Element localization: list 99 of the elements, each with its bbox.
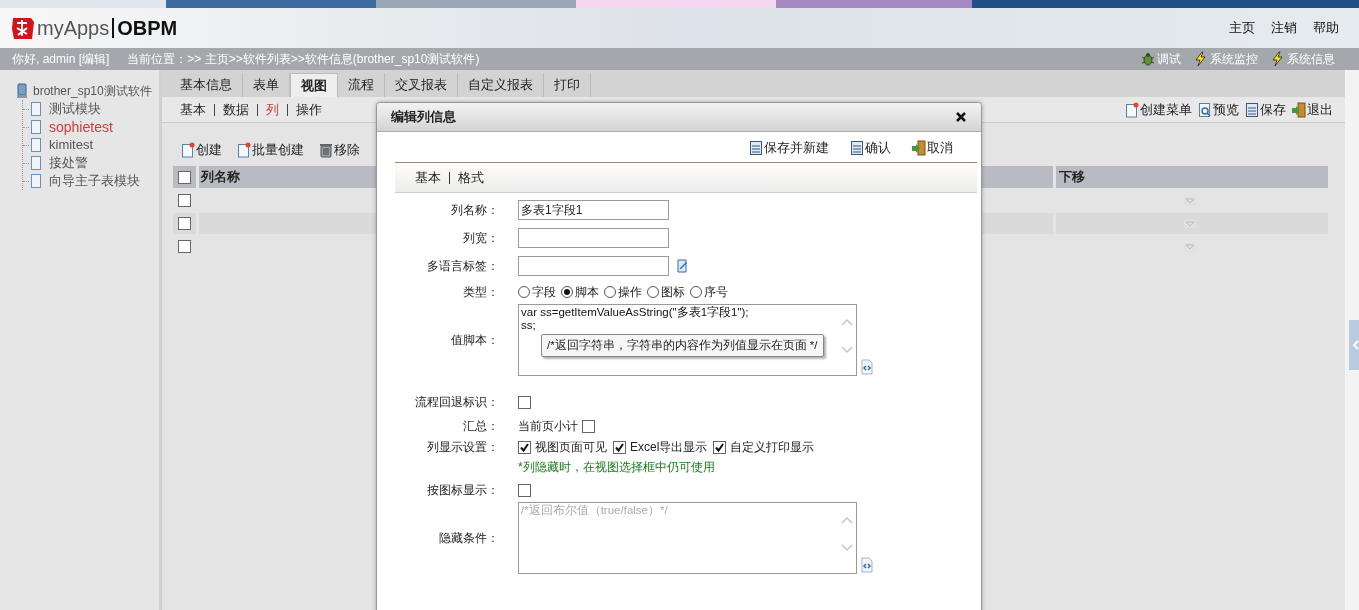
greeting-text: 你好, admin [编辑]: [12, 51, 110, 68]
header-link[interactable]: 帮助: [1313, 18, 1339, 38]
new-page-icon: [236, 142, 252, 158]
new-page-icon: [1124, 101, 1140, 118]
sub-tab[interactable]: 数据: [223, 99, 249, 120]
toolbar-button[interactable]: 保存: [1244, 99, 1286, 120]
checkbox[interactable]: [178, 194, 191, 207]
tree-item[interactable]: kimitest: [49, 135, 94, 155]
checkbox[interactable]: [518, 440, 531, 454]
dialog-tab[interactable]: 格式: [458, 167, 484, 188]
text-field[interactable]: 多表1字段1: [518, 200, 669, 220]
dialog-button[interactable]: 确认: [849, 139, 891, 157]
script-field[interactable]: var ss=getItemValueAsString("多表1字段1"); ss; /*返回字符串，字符串的内容作为列值显示在页面 */: [518, 304, 857, 376]
header-link[interactable]: 主页: [1229, 18, 1255, 38]
toolbar-button[interactable]: 创建菜单: [1124, 99, 1192, 120]
tree-item[interactable]: 向导主子表模块: [49, 171, 140, 191]
checkbox-label: Excel导出显示: [630, 439, 708, 456]
toolbar-button[interactable]: 预览: [1197, 99, 1239, 120]
chevron-left-icon: [1352, 340, 1359, 350]
bug-icon: [1140, 51, 1156, 67]
checkbox[interactable]: [518, 483, 531, 497]
radio-label: 序号: [704, 284, 728, 301]
preview-icon: [1197, 101, 1213, 118]
tab[interactable]: 视图: [290, 73, 338, 97]
radio-button[interactable]: [647, 286, 659, 298]
field-label: 列宽：: [462, 230, 500, 247]
radio-label: 脚本: [575, 284, 599, 301]
save-icon: [849, 140, 865, 156]
page-icon: [29, 119, 43, 135]
exit-icon: [911, 140, 927, 156]
radio-button[interactable]: [561, 286, 573, 298]
new-page-icon: [180, 142, 196, 158]
dialog-button[interactable]: 保存并新建: [748, 139, 829, 157]
checkbox[interactable]: [178, 217, 191, 230]
toolbar-button[interactable]: 批量创建: [236, 140, 304, 160]
logo-icon: [10, 15, 36, 41]
checkbox-label: 自定义打印显示: [730, 439, 815, 456]
checkbox[interactable]: [713, 440, 727, 454]
tree-item[interactable]: brother_sp10测试软件: [33, 82, 152, 100]
toolbar-button[interactable]: 创建: [180, 140, 222, 160]
checkbox-label: 当前页小计: [518, 418, 578, 435]
breadcrumb: 当前位置：>> 主页>>软件列表>>软件信息(brother_sp10测试软件): [127, 51, 480, 68]
tree-item[interactable]: sophietest: [49, 116, 113, 138]
field-label: 汇总：: [462, 418, 500, 435]
trash-icon: [318, 142, 334, 158]
dialog-title: 编辑列信息: [391, 108, 456, 127]
dialog-button[interactable]: 取消: [911, 139, 953, 157]
checkbox[interactable]: [613, 440, 626, 454]
tooltip: /*返回字符串，字符串的内容作为列值显示在页面 */: [541, 334, 824, 358]
field-label: 隐藏条件：: [438, 530, 500, 547]
logo-text: myApps: [37, 16, 110, 41]
page-icon: [29, 101, 43, 117]
column-header: 下移: [1056, 166, 1328, 188]
radio-button[interactable]: [518, 286, 530, 298]
sub-tab[interactable]: 列: [266, 99, 279, 120]
save-icon: [1244, 101, 1260, 118]
radio-label: 字段: [532, 284, 556, 301]
placeholder-text: /*返回布尔值（true/false）*/: [521, 504, 668, 517]
tree-item[interactable]: 测试模块: [49, 99, 101, 119]
code-icon[interactable]: [859, 557, 875, 573]
exit-icon: [1291, 101, 1307, 118]
toolbar-button[interactable]: 退出: [1291, 99, 1333, 120]
product-name: OBPM: [117, 16, 178, 41]
toolbar-button[interactable]: 移除: [318, 140, 360, 160]
radio-label: 图标: [661, 284, 685, 301]
radio-button[interactable]: [690, 286, 702, 298]
radio-label: 操作: [618, 284, 642, 301]
dialog-tab[interactable]: 基本: [415, 167, 441, 188]
header-link[interactable]: 注销: [1271, 18, 1297, 38]
checkbox[interactable]: [582, 419, 595, 433]
text-field[interactable]: [518, 256, 669, 276]
page-icon: [29, 155, 43, 171]
field-label: 按图标显示：: [426, 482, 500, 499]
radio-button[interactable]: [604, 286, 616, 298]
field-label: 类型：: [462, 284, 500, 301]
field-label: 流程回退标识：: [414, 394, 500, 411]
sub-tab[interactable]: 操作: [296, 99, 322, 120]
checkbox[interactable]: [178, 170, 191, 184]
field-label: 值脚本：: [450, 332, 500, 349]
checkbox-label: 视图页面可见: [535, 439, 607, 456]
checkbox[interactable]: [518, 395, 531, 409]
lightning-icon: [1270, 51, 1286, 67]
sub-tab[interactable]: 基本: [180, 99, 206, 120]
text-field[interactable]: [518, 228, 669, 248]
close-button[interactable]: [955, 111, 967, 123]
checkbox[interactable]: [178, 240, 191, 253]
computer-icon: [14, 83, 30, 99]
page-icon: [29, 137, 43, 153]
field-label: 多语言标签：: [426, 258, 500, 275]
field-label: 列显示设置：: [426, 439, 500, 456]
field-label: 列名称：: [450, 202, 500, 219]
save-icon: [748, 140, 764, 156]
hint-text: *列隐藏时，在视图选择框中仍可使用: [518, 459, 716, 476]
page-icon: [29, 173, 43, 189]
lightning-icon: [1193, 51, 1209, 67]
tree-item[interactable]: 接处警: [49, 153, 88, 173]
collapse-handle[interactable]: [1349, 320, 1359, 370]
script-text: var ss=getItemValueAsString("多表1字段1"); ss;: [521, 306, 749, 332]
code-icon[interactable]: [859, 359, 875, 375]
